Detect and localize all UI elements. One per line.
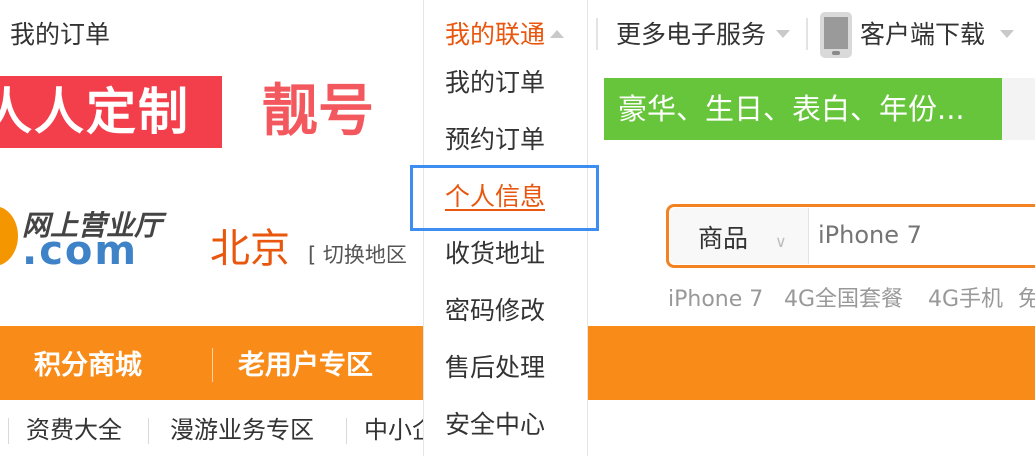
chevron-up-icon bbox=[550, 30, 564, 38]
dropdown-item-shipping-address[interactable]: 收货地址 bbox=[445, 237, 545, 271]
search-input[interactable] bbox=[818, 212, 1035, 258]
divider bbox=[346, 418, 347, 444]
nav-divider bbox=[212, 348, 213, 382]
nav-item-points-mall[interactable]: 积分商城 bbox=[34, 348, 142, 384]
my-unicom-menu[interactable]: 我的联通 bbox=[445, 18, 545, 52]
nav-item-loyal-users[interactable]: 老用户专区 bbox=[238, 348, 373, 384]
dropdown-item-after-sales[interactable]: 售后处理 bbox=[445, 351, 545, 385]
dropdown-item-security-center[interactable]: 安全中心 bbox=[445, 408, 545, 442]
sub-nav-item[interactable]: 中小企 bbox=[364, 414, 424, 446]
divider bbox=[148, 418, 149, 444]
dropdown-item-change-password[interactable]: 密码修改 bbox=[445, 294, 545, 328]
hot-search-link[interactable]: 免 bbox=[1018, 285, 1035, 315]
promo-edge bbox=[1002, 78, 1035, 140]
client-download-menu[interactable]: 客户端下载 bbox=[860, 18, 985, 52]
promo-green-banner[interactable]: 豪华、生日、表白、年份... bbox=[604, 78, 1002, 140]
divider bbox=[8, 418, 9, 444]
chevron-down-icon bbox=[1000, 30, 1014, 38]
more-services-menu[interactable]: 更多电子服务 bbox=[616, 18, 766, 52]
selection-highlight bbox=[410, 165, 599, 231]
dropdown-item-reserved-orders[interactable]: 预约订单 bbox=[445, 123, 545, 157]
chevron-down-icon bbox=[776, 30, 790, 38]
logo-domain: .com bbox=[22, 228, 139, 274]
sub-nav-item[interactable]: 漫游业务专区 bbox=[170, 414, 314, 446]
current-city: 北京 bbox=[210, 226, 290, 272]
promo-custom-number[interactable]: 人人定制 bbox=[0, 76, 222, 148]
search-category-label: 商品 bbox=[698, 224, 749, 253]
hot-search-link[interactable]: 4G手机 bbox=[928, 285, 1003, 315]
hot-search-link[interactable]: iPhone 7 bbox=[668, 285, 763, 315]
dropdown-item-my-orders[interactable]: 我的订单 bbox=[445, 66, 545, 100]
sub-nav-item[interactable]: 资费大全 bbox=[26, 414, 122, 446]
promo-lucky-number[interactable]: 靓号 bbox=[262, 76, 432, 148]
logo-mark bbox=[0, 206, 18, 266]
my-orders-link[interactable]: 我的订单 bbox=[10, 18, 110, 52]
switch-region-link[interactable]: [ 切换地区 bbox=[308, 240, 407, 270]
chevron-down-icon: ∨ bbox=[775, 232, 787, 251]
divider bbox=[596, 18, 598, 50]
phone-icon bbox=[820, 12, 852, 58]
divider bbox=[806, 18, 808, 50]
hot-search-link[interactable]: 4G全国套餐 bbox=[784, 285, 903, 315]
